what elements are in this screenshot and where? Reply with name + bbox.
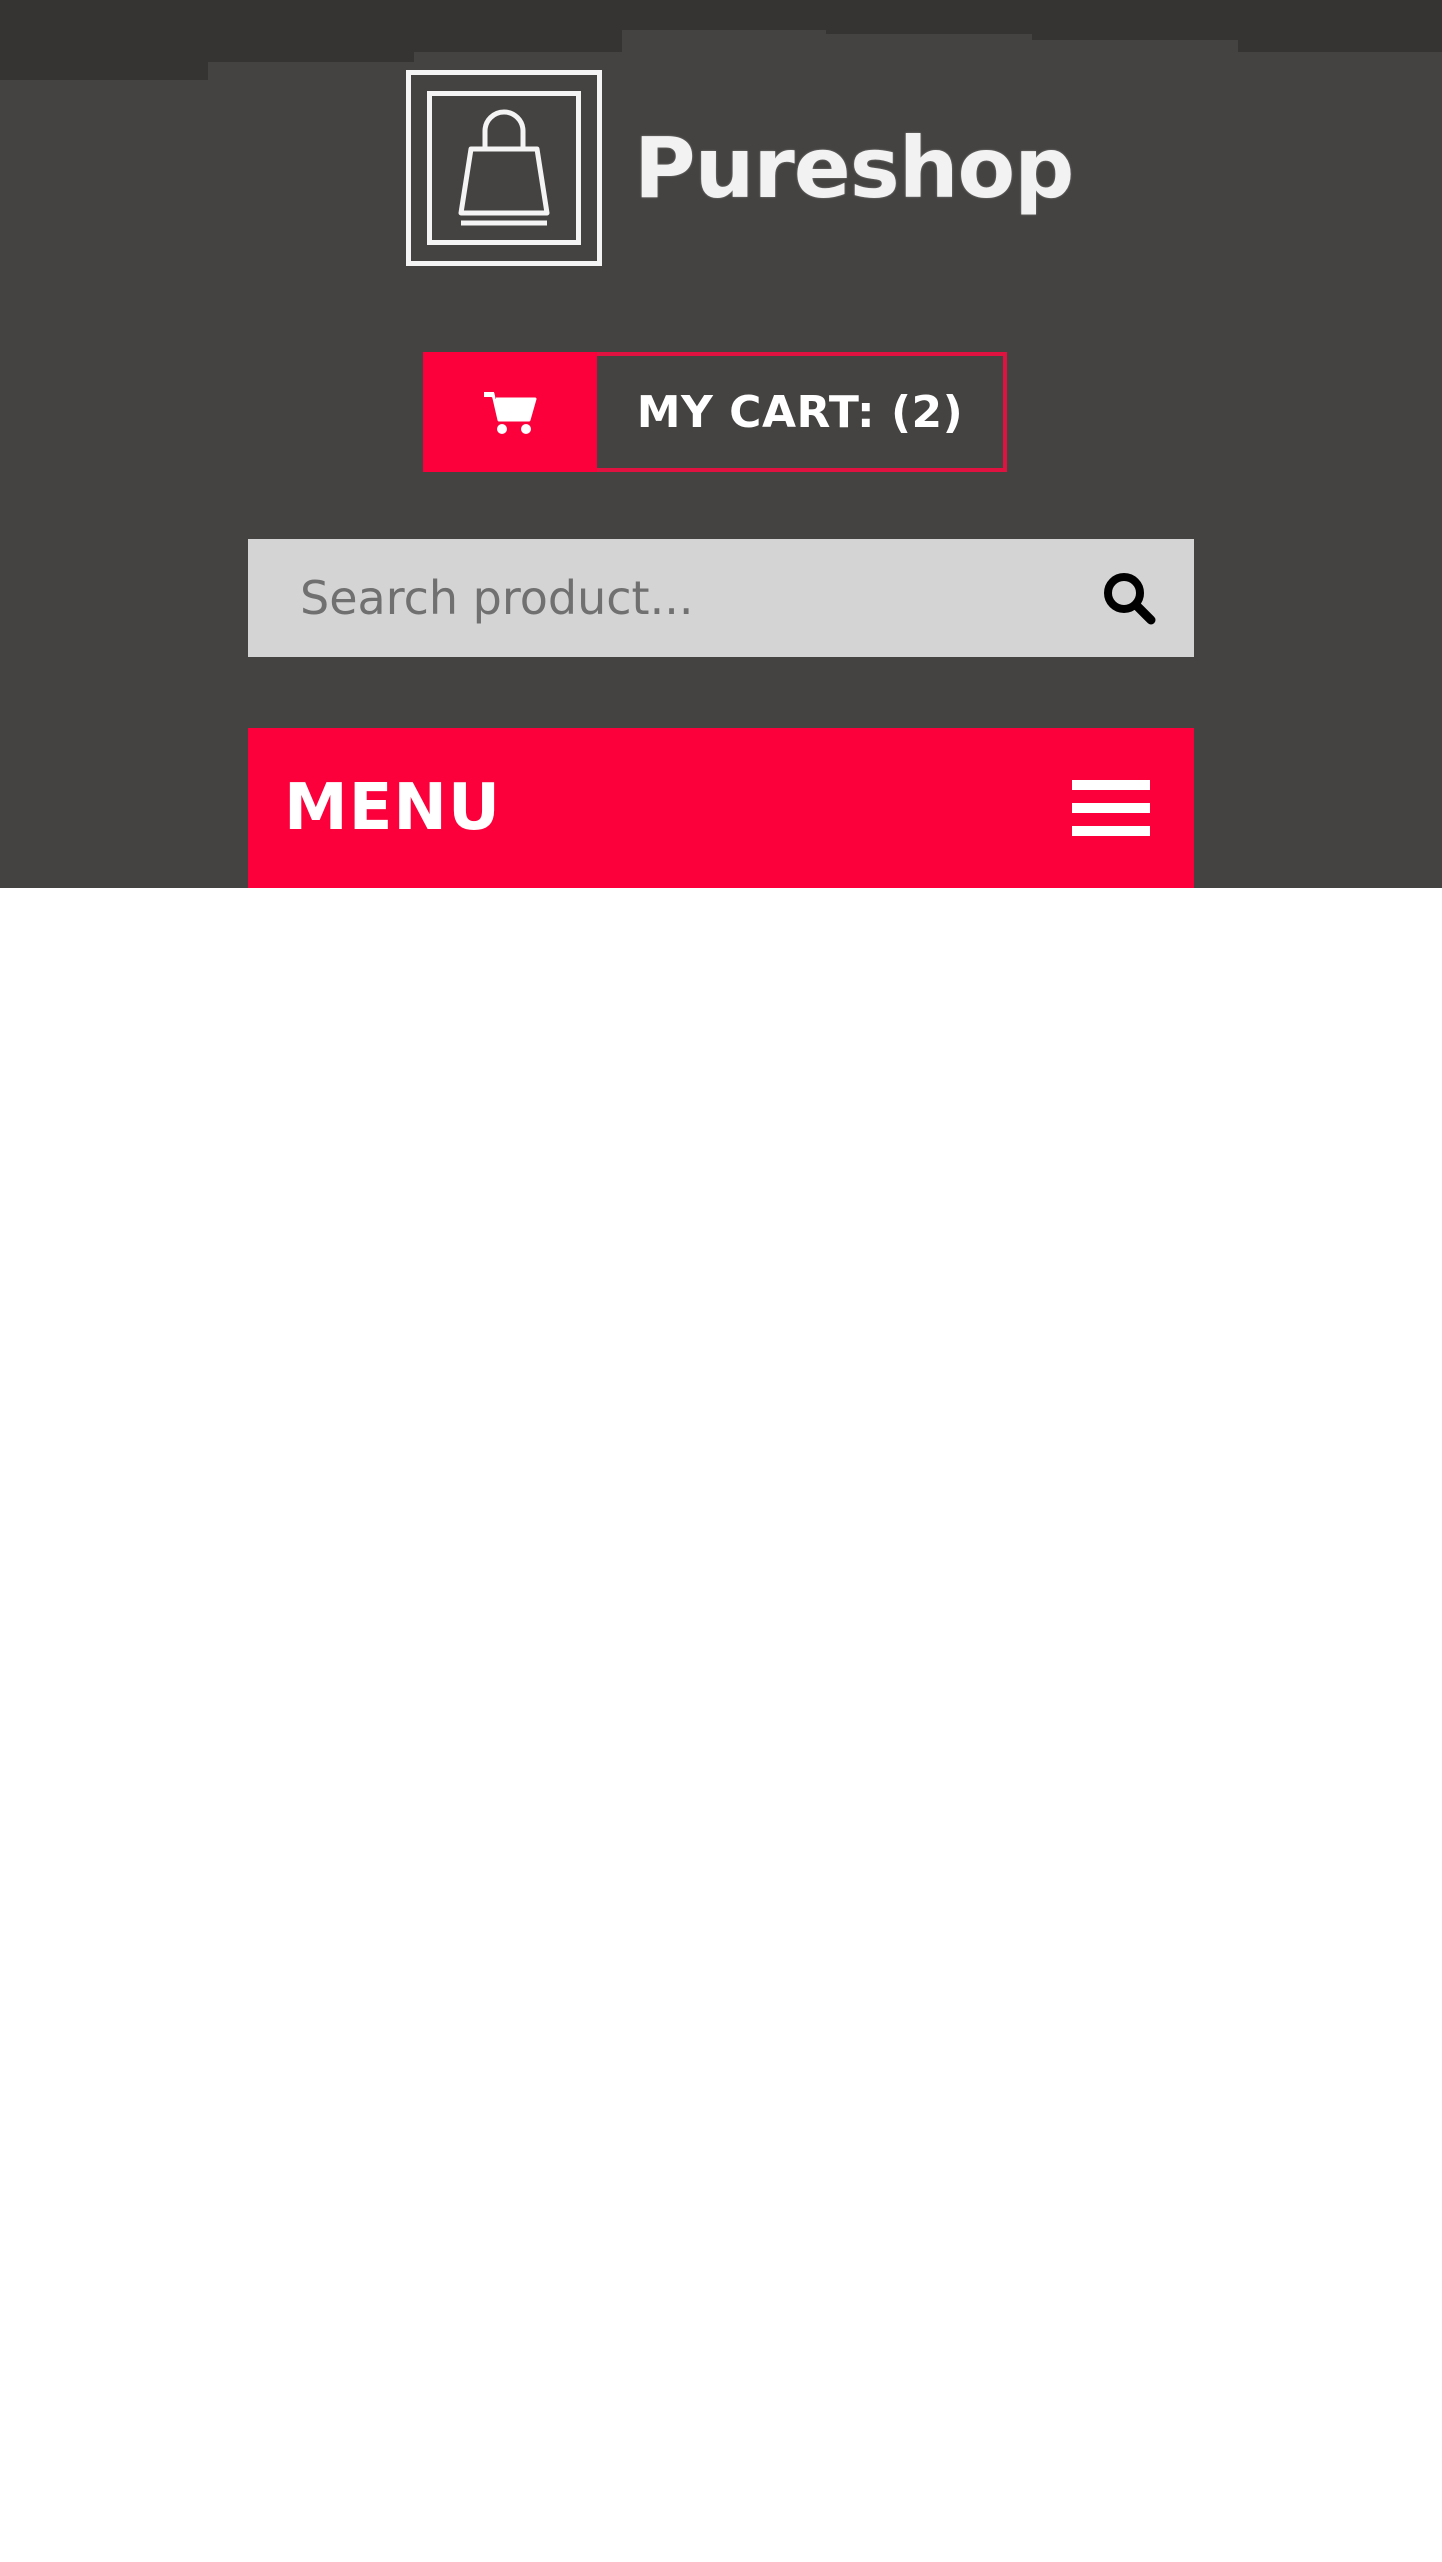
search-bar: [248, 539, 1194, 657]
site-logo[interactable]: Pureshop: [406, 70, 1074, 266]
menu-label: MENU: [284, 771, 501, 845]
cart-icon: [484, 392, 537, 434]
shopping-bag-icon: [406, 70, 602, 266]
my-cart-button[interactable]: MY CART: (2): [423, 352, 1007, 472]
search-icon: [1104, 573, 1156, 625]
site-header: Pureshop MY CART: (2) MENU: [0, 0, 1442, 888]
page-content: [0, 888, 1442, 2562]
menu-toggle[interactable]: MENU: [248, 728, 1194, 888]
header-top-strip: [0, 0, 1442, 80]
cart-label: MY CART: (2): [597, 352, 1007, 472]
logo-text: Pureshop: [634, 119, 1074, 217]
cart-icon-box: [423, 352, 597, 472]
search-input[interactable]: [248, 539, 1064, 657]
hamburger-icon: [1072, 780, 1150, 836]
search-button[interactable]: [1064, 539, 1194, 657]
